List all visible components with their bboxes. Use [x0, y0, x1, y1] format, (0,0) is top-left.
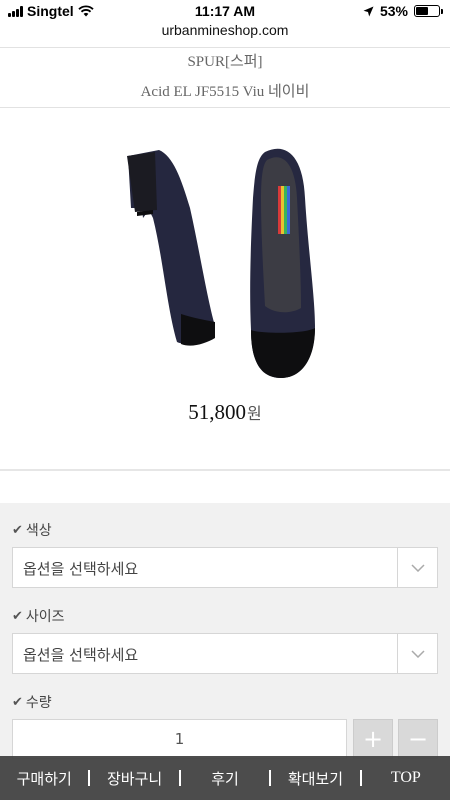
size-select[interactable]: 옵션을 선택하세요 — [12, 633, 438, 674]
battery-icon — [414, 5, 443, 17]
battery-percent: 53% — [379, 3, 408, 19]
color-select-value: 옵션을 선택하세요 — [23, 560, 139, 578]
price-unit: 원 — [247, 404, 262, 423]
reviews-button[interactable]: 후기 — [181, 768, 269, 789]
divider — [0, 469, 450, 471]
product-price: 51,800원 — [0, 400, 450, 425]
buy-button[interactable]: 구매하기 — [0, 768, 88, 789]
quantity-input[interactable]: 1 — [12, 719, 347, 759]
status-bar: Singtel 11:17 AM 53% — [0, 0, 450, 22]
quantity-plus-button[interactable]: + — [353, 719, 393, 759]
check-icon: ✔ — [12, 522, 23, 538]
product-image[interactable] — [115, 138, 335, 378]
location-icon — [363, 6, 374, 16]
cart-button[interactable]: 장바구니 — [90, 768, 178, 789]
browser-url[interactable]: urbanmineshop.com — [0, 22, 450, 44]
top-button[interactable]: TOP — [362, 769, 450, 787]
zoom-button[interactable]: 확대보기 — [271, 768, 359, 789]
color-select[interactable]: 옵션을 선택하세요 — [12, 547, 438, 588]
size-label: ✔ 사이즈 — [12, 608, 65, 626]
product-name: Acid EL JF5515 Viu 네이비 — [140, 84, 310, 100]
chevron-down-icon — [397, 634, 437, 673]
divider — [0, 47, 450, 48]
size-select-value: 옵션을 선택하세요 — [23, 646, 139, 664]
check-icon: ✔ — [12, 608, 23, 624]
chevron-down-icon — [397, 548, 437, 587]
quantity-label: ✔ 수량 — [12, 694, 52, 712]
bottom-nav: 구매하기 장바구니 후기 확대보기 TOP — [0, 756, 450, 800]
color-label: ✔ 색상 — [12, 522, 52, 540]
quantity-minus-button[interactable]: − — [398, 719, 438, 759]
product-brand: SPUR[스퍼] — [187, 54, 263, 70]
price-value: 51,800 — [188, 400, 246, 424]
check-icon: ✔ — [12, 694, 23, 710]
divider — [0, 107, 450, 108]
